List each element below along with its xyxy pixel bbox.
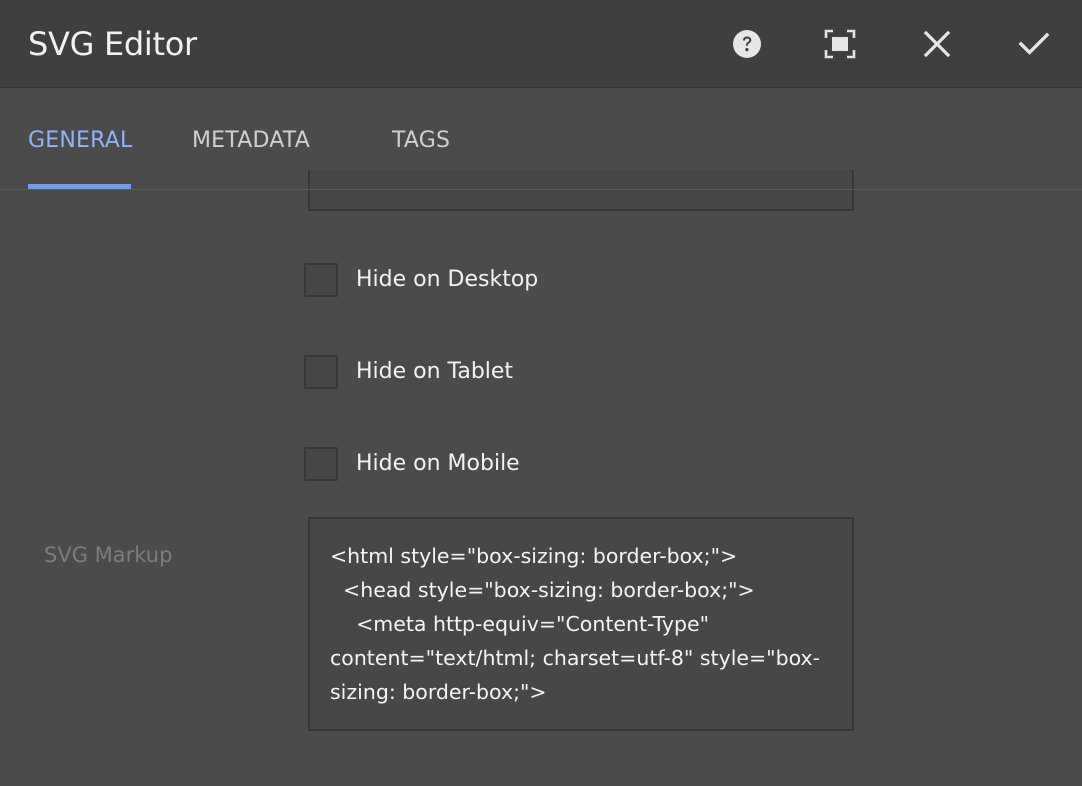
tab-tags[interactable]: TAGS bbox=[392, 128, 450, 154]
hide-on-tablet-row: Hide on Tablet bbox=[304, 354, 513, 390]
done-button[interactable] bbox=[1012, 22, 1056, 66]
svg-markup-textarea[interactable]: <html style="box-sizing: border-box;"> <… bbox=[308, 517, 854, 731]
hide-on-tablet-checkbox[interactable] bbox=[304, 355, 338, 389]
svg-markup-label: SVG Markup bbox=[44, 543, 173, 567]
help-button[interactable] bbox=[725, 22, 769, 66]
dialog-title: SVG Editor bbox=[28, 25, 197, 63]
hide-on-desktop-checkbox[interactable] bbox=[304, 263, 338, 297]
hide-on-desktop-label[interactable]: Hide on Desktop bbox=[356, 267, 538, 293]
hide-on-mobile-row: Hide on Mobile bbox=[304, 446, 520, 482]
fullscreen-button[interactable] bbox=[818, 22, 862, 66]
svg-editor-dialog: SVG Editor GENERAL METADATA TAGS Hide on… bbox=[0, 0, 1082, 786]
close-button[interactable] bbox=[915, 22, 959, 66]
fullscreen-icon bbox=[824, 29, 856, 59]
tab-general[interactable]: GENERAL bbox=[28, 128, 132, 154]
scrolled-input-field[interactable] bbox=[308, 170, 854, 211]
hide-on-desktop-row: Hide on Desktop bbox=[304, 262, 538, 298]
dialog-titlebar: SVG Editor bbox=[0, 0, 1082, 88]
checkmark-icon bbox=[1018, 32, 1050, 55]
hide-on-mobile-checkbox[interactable] bbox=[304, 447, 338, 481]
tab-metadata[interactable]: METADATA bbox=[192, 128, 310, 154]
close-icon bbox=[923, 30, 951, 58]
help-icon bbox=[733, 30, 761, 58]
hide-on-mobile-label[interactable]: Hide on Mobile bbox=[356, 451, 520, 477]
hide-on-tablet-label[interactable]: Hide on Tablet bbox=[356, 359, 513, 385]
tab-divider bbox=[0, 189, 1082, 190]
